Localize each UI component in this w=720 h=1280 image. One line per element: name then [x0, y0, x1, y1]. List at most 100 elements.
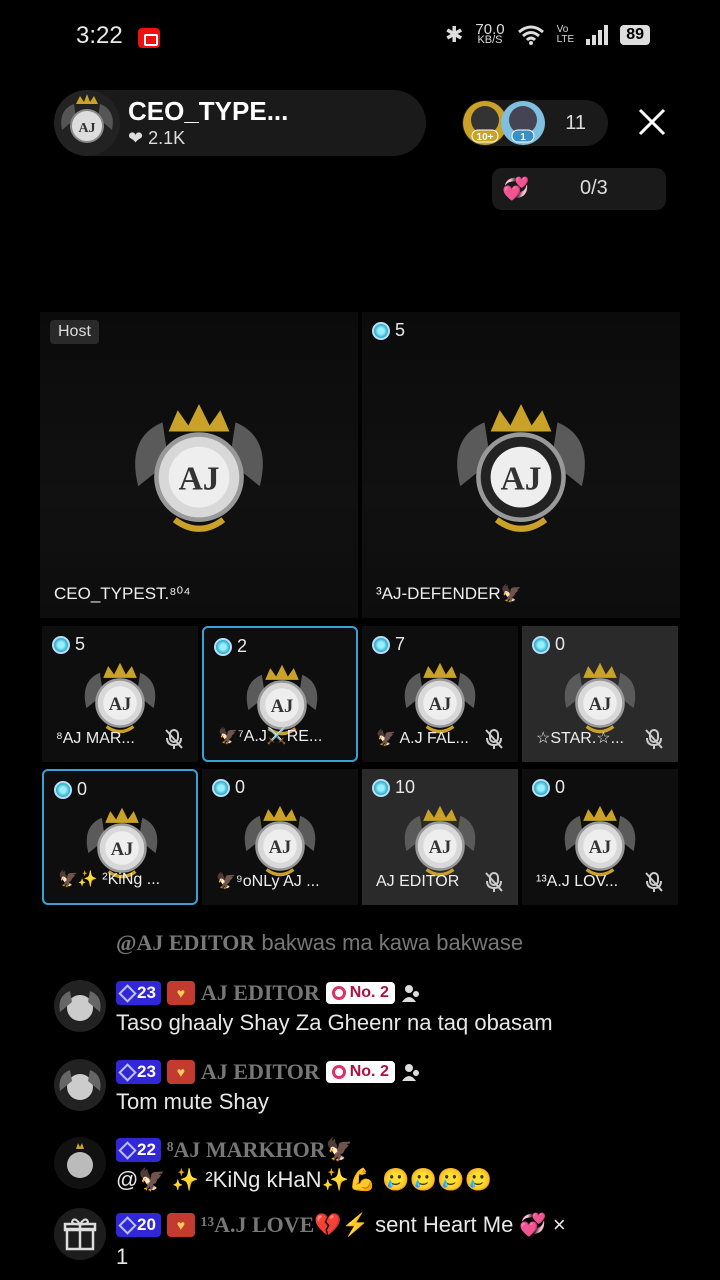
seat-name: ¹³A.J LOV...	[536, 873, 619, 890]
seat-8[interactable]: AJ 0 🦅⁹oNLy AJ ...	[202, 769, 358, 905]
seat-name: ³AJ-DEFENDER🦅	[376, 584, 522, 603]
seat-name: ☆STAR.☆...	[536, 730, 624, 747]
status-time: 3:22	[76, 22, 123, 49]
seat-score: 0	[54, 779, 87, 800]
seat-6[interactable]: AJ 0 ☆STAR.☆...	[522, 626, 678, 762]
chat-username[interactable]: AJ EDITOR	[201, 1059, 320, 1085]
seat-score-value: 0	[235, 777, 246, 797]
seat-4[interactable]: AJ 2 🦅⁷A.J⚔️RE...	[202, 626, 358, 762]
host-profile-pill[interactable]: AJ CEO_TYPE... ❤ 2.1K	[54, 90, 426, 156]
gem-icon	[54, 780, 72, 799]
chat-avatar[interactable]	[54, 1059, 106, 1111]
seat-score: 5	[52, 634, 85, 655]
close-icon[interactable]	[636, 106, 668, 138]
seat-score-value: 5	[75, 634, 86, 654]
svg-text:AJ: AJ	[589, 694, 612, 714]
svg-text:AJ: AJ	[429, 837, 452, 857]
seat-score-value: 0	[555, 777, 566, 797]
seat-score: 10	[372, 777, 415, 798]
gem-icon	[52, 635, 70, 654]
svg-text:AJ: AJ	[111, 839, 134, 859]
mic-muted-icon	[485, 872, 503, 892]
level-value: 22	[137, 1140, 156, 1159]
mic-muted-icon	[645, 729, 663, 749]
svg-text:AJ: AJ	[429, 694, 452, 714]
diamond-icon	[118, 1140, 137, 1160]
people-icon	[401, 985, 419, 1002]
screen-record-icon	[138, 28, 160, 48]
seat-score-value: 2	[237, 636, 248, 656]
seat-1[interactable]: AJ Host CEO_TYPEST.⁸⁰⁴	[40, 312, 358, 618]
seat-avatar[interactable]: AJ	[445, 392, 597, 544]
people-icon	[401, 1064, 419, 1081]
svg-text:AJ: AJ	[501, 460, 542, 497]
seat-name: AJ EDITOR	[376, 873, 460, 890]
host-name: CEO_TYPE...	[128, 96, 289, 126]
level-value: 23	[137, 1062, 156, 1081]
chat-feed: @AJ EDITOR bakwas ma kawa bakwase 23 ♥ A…	[0, 918, 720, 1280]
status-icons: ✱ 70.0 KB/S Vo LTE 89	[445, 22, 650, 48]
seat-avatar[interactable]: AJ	[558, 799, 642, 883]
seat-score-value: 10	[395, 777, 416, 797]
gift-button[interactable]	[54, 1208, 106, 1260]
heart-badge-icon: ♥	[166, 1060, 195, 1084]
seat-avatar[interactable]: AJ	[123, 392, 275, 544]
volte-bottom: LTE	[556, 34, 575, 45]
pk-counter[interactable]: 💞 0/3	[492, 168, 666, 210]
chat-username[interactable]: AJ EDITOR	[201, 980, 320, 1006]
chat-text: sent Heart Me 💞 ×	[375, 1212, 566, 1237]
seat-5[interactable]: AJ 7 🦅 A.J FAL...	[362, 626, 518, 762]
mic-muted-icon	[645, 872, 663, 892]
chat-username[interactable]: ¹³A.J LOVE💔⚡	[201, 1212, 369, 1238]
rank-label: No. 2	[349, 1063, 389, 1080]
diamond-icon	[118, 983, 137, 1003]
seat-2[interactable]: AJ 5 ³AJ-DEFENDER🦅	[362, 312, 680, 618]
viewer-list[interactable]: 10+ 1 11	[462, 100, 608, 146]
seat-name: 🦅✨ ²KiNg ...	[58, 871, 161, 888]
volte-indicator: Vo LTE	[557, 25, 575, 45]
diamond-icon	[118, 1215, 137, 1235]
chat-meta: 22 ⁸AJ MARKHOR🦅	[116, 1137, 353, 1163]
chat-avatar[interactable]	[54, 1137, 106, 1189]
battery-indicator: 89	[620, 25, 650, 45]
viewer-avatar-2[interactable]: 1	[500, 100, 546, 146]
ring-icon	[331, 1065, 346, 1079]
chat-text: @🦅 ✨ ²KiNg kHaN✨💪 🥲🥲🥲🥲	[116, 1167, 492, 1192]
seat-name: 🦅⁹oNLy AJ ...	[216, 873, 320, 890]
viewer-count: 11	[565, 112, 586, 134]
mic-muted-icon	[485, 729, 503, 749]
status-bar: 3:22 ✱ 70.0 KB/S Vo LTE 89	[0, 0, 720, 76]
chat-meta: 23 ♥ AJ EDITOR No. 2	[116, 1059, 423, 1085]
chat-username[interactable]: ⁸AJ MARKHOR🦅	[167, 1137, 353, 1163]
seat-avatar[interactable]: AJ	[78, 656, 162, 740]
chat-text: Tom mute Shay	[116, 1089, 269, 1114]
seat-7[interactable]: AJ 0 🦅✨ ²KiNg ...	[42, 769, 198, 905]
wifi-icon	[517, 25, 544, 45]
level-value: 23	[137, 983, 156, 1002]
host-avatar[interactable]: AJ	[54, 90, 120, 156]
seat-name: 🦅 A.J FAL...	[376, 730, 469, 747]
rank-badge: No. 2	[325, 1061, 395, 1083]
seat-score: 2	[214, 636, 247, 657]
chat-text: bakwas ma kawa bakwase	[261, 930, 524, 955]
seat-score: 0	[212, 777, 245, 798]
seat-3[interactable]: AJ 5 ⁸AJ MAR...	[42, 626, 198, 762]
rank-label: No. 2	[349, 984, 389, 1001]
diamond-icon	[118, 1062, 137, 1082]
seat-10[interactable]: AJ 0 ¹³A.J LOV...	[522, 769, 678, 905]
svg-text:AJ: AJ	[271, 696, 294, 716]
seat-score: 0	[532, 634, 565, 655]
pk-heart-icon: 💞	[502, 176, 530, 201]
mic-muted-icon	[165, 729, 183, 749]
seat-score: 5	[372, 320, 405, 341]
seat-score: 0	[532, 777, 565, 798]
level-badge: 23	[116, 981, 161, 1005]
seat-avatar[interactable]: AJ	[398, 799, 482, 883]
pk-count: 0/3	[580, 177, 608, 199]
seat-9[interactable]: AJ 10 AJ EDITOR	[362, 769, 518, 905]
chat-message-fading: @AJ EDITOR bakwas ma kawa bakwase	[116, 930, 523, 956]
level-value: 20	[137, 1215, 156, 1234]
svg-text:AJ: AJ	[589, 837, 612, 857]
chat-avatar[interactable]	[54, 980, 106, 1032]
chat-meta: 20 ♥ ¹³A.J LOVE💔⚡ sent Heart Me 💞 ×	[116, 1212, 566, 1238]
